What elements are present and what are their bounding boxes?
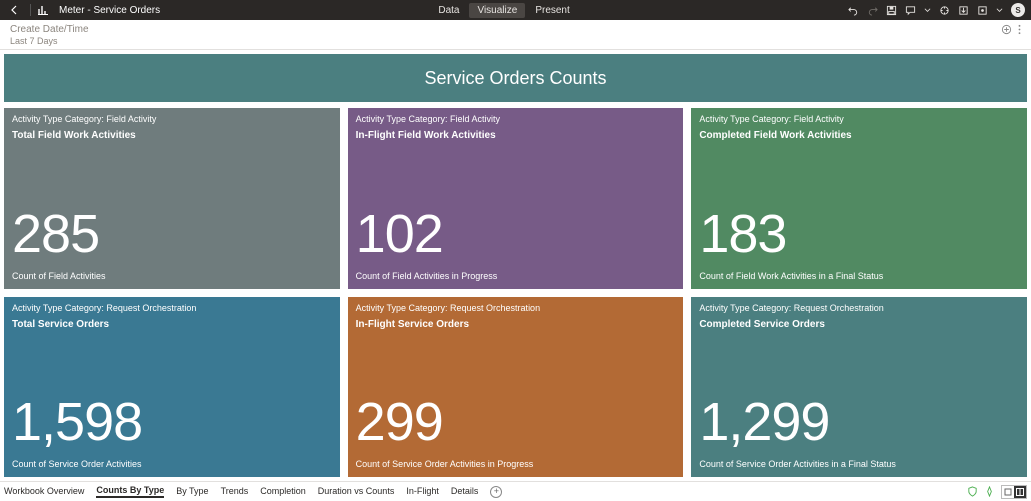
appbar-left: Meter - Service Orders: [6, 4, 160, 16]
tile-completed-service-orders[interactable]: Activity Type Category: Request Orchestr…: [691, 297, 1027, 478]
save-icon[interactable]: [886, 5, 897, 16]
canvas-tab-completion[interactable]: Completion: [260, 486, 306, 497]
tile-category: Activity Type Category: Request Orchestr…: [699, 303, 1019, 313]
filter-label: Create Date/Time: [10, 24, 89, 35]
tile-total-field-work[interactable]: Activity Type Category: Field Activity T…: [4, 108, 340, 289]
tile-value: 1,299: [699, 395, 1019, 449]
chart-icon: [37, 4, 49, 16]
canvas-tabs-bar: Workbook Overview Counts By Type By Type…: [0, 481, 1031, 501]
canvas-tab-counts-by-type[interactable]: Counts By Type: [96, 485, 164, 498]
chevron-down-icon[interactable]: [996, 7, 1003, 14]
tile-grid: Activity Type Category: Field Activity T…: [0, 102, 1031, 481]
comment-icon[interactable]: [905, 5, 916, 16]
avatar[interactable]: S: [1011, 3, 1025, 17]
canvas-tab-duration-vs-counts[interactable]: Duration vs Counts: [318, 486, 395, 497]
tile-category: Activity Type Category: Request Orchestr…: [356, 303, 676, 313]
filter-settings-icon[interactable]: [1001, 24, 1012, 35]
canvas-tab-in-flight[interactable]: In-Flight: [406, 486, 439, 497]
canvas-tab-details[interactable]: Details: [451, 486, 479, 497]
tile-desc: Count of Field Activities: [12, 271, 332, 281]
tile-value: 102: [356, 207, 676, 261]
tile-inflight-service-orders[interactable]: Activity Type Category: Request Orchestr…: [348, 297, 684, 478]
tile-desc: Count of Field Activities in Progress: [356, 271, 676, 281]
view-mode-toggle: [1001, 485, 1027, 499]
filter-actions: [1001, 24, 1021, 35]
view-split-icon[interactable]: [1014, 486, 1026, 498]
appbar-right: S: [848, 3, 1025, 17]
shield-icon[interactable]: [967, 486, 978, 497]
canvas-tab-by-type[interactable]: By Type: [176, 486, 208, 497]
tab-visualize[interactable]: Visualize: [469, 3, 525, 18]
filter-value: Last 7 Days: [10, 36, 89, 46]
tile-value: 183: [699, 207, 1019, 261]
tile-title: Total Field Work Activities: [12, 130, 332, 141]
tab-data[interactable]: Data: [430, 3, 467, 18]
divider: [30, 4, 31, 16]
bottom-right-tools: [967, 485, 1027, 499]
tile-total-service-orders[interactable]: Activity Type Category: Request Orchestr…: [4, 297, 340, 478]
undo-icon[interactable]: [848, 5, 859, 16]
tile-category: Activity Type Category: Request Orchestr…: [12, 303, 332, 313]
tile-desc: Count of Field Work Activities in a Fina…: [699, 271, 1019, 281]
tile-title: Completed Field Work Activities: [699, 130, 1019, 141]
tile-desc: Count of Service Order Activities: [12, 459, 332, 469]
tile-value: 285: [12, 207, 332, 261]
tile-desc: Count of Service Order Activities in a F…: [699, 459, 1019, 469]
tile-value: 1,598: [12, 395, 332, 449]
workbook-title: Meter - Service Orders: [59, 5, 160, 16]
tile-title: In-Flight Service Orders: [356, 319, 676, 330]
tile-inflight-field-work[interactable]: Activity Type Category: Field Activity I…: [348, 108, 684, 289]
tile-desc: Count of Service Order Activities in Pro…: [356, 459, 676, 469]
tile-category: Activity Type Category: Field Activity: [699, 114, 1019, 124]
add-canvas-button[interactable]: +: [490, 486, 502, 498]
canvas-tab-workbook-overview[interactable]: Workbook Overview: [4, 486, 84, 497]
canvas-tabs: Workbook Overview Counts By Type By Type…: [4, 485, 502, 498]
tab-present[interactable]: Present: [527, 3, 577, 18]
filter-create-date[interactable]: Create Date/Time Last 7 Days: [10, 24, 89, 46]
redo-icon[interactable]: [867, 5, 878, 16]
tile-title: Completed Service Orders: [699, 319, 1019, 330]
tile-category: Activity Type Category: Field Activity: [12, 114, 332, 124]
refresh-icon[interactable]: [939, 5, 950, 16]
tile-title: Total Service Orders: [12, 319, 332, 330]
tile-category: Activity Type Category: Field Activity: [356, 114, 676, 124]
canvas-tab-trends[interactable]: Trends: [221, 486, 249, 497]
compass-icon[interactable]: [984, 486, 995, 497]
share-icon[interactable]: [977, 5, 988, 16]
tile-completed-field-work[interactable]: Activity Type Category: Field Activity C…: [691, 108, 1027, 289]
filter-bar: Create Date/Time Last 7 Days: [0, 20, 1031, 50]
banner-title: Service Orders Counts: [4, 54, 1027, 102]
chevron-down-icon[interactable]: [924, 7, 931, 14]
export-icon[interactable]: [958, 5, 969, 16]
app-bar: Meter - Service Orders Data Visualize Pr…: [0, 0, 1031, 20]
back-button[interactable]: [6, 5, 24, 15]
tile-title: In-Flight Field Work Activities: [356, 130, 676, 141]
view-single-icon[interactable]: [1002, 486, 1014, 498]
tile-value: 299: [356, 395, 676, 449]
more-icon[interactable]: [1018, 24, 1021, 35]
mode-tabs: Data Visualize Present: [430, 3, 577, 18]
